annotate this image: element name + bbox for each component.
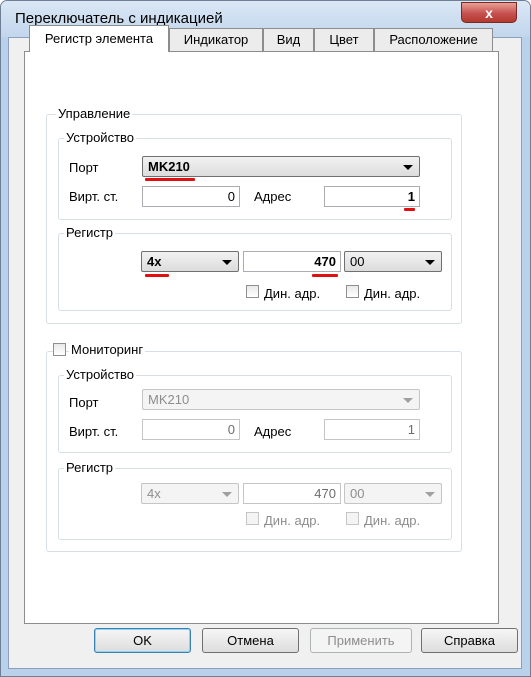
address-label: Адрес bbox=[254, 189, 292, 204]
dynamic-address-checkbox-2[interactable] bbox=[346, 285, 359, 298]
annotation-underline bbox=[404, 208, 415, 211]
register-sub-value: 00 bbox=[350, 254, 365, 269]
tab-indicator[interactable]: Индикатор bbox=[169, 28, 263, 51]
chevron-down-icon bbox=[403, 165, 413, 170]
register-number-input[interactable]: 470 bbox=[243, 251, 341, 272]
tab-label: Вид bbox=[276, 32, 301, 47]
chevron-down-icon bbox=[222, 260, 232, 265]
tab-layout[interactable]: Расположение bbox=[374, 28, 493, 51]
monitoring-title: Мониторинг bbox=[69, 342, 146, 357]
annotation-underline bbox=[145, 274, 169, 277]
chevron-down-icon bbox=[425, 260, 435, 265]
ok-button[interactable]: OK bbox=[94, 628, 191, 653]
tab-label: Регистр элемента bbox=[44, 31, 154, 46]
tab-label: Расположение bbox=[389, 32, 478, 47]
monitoring-port-label: Порт bbox=[69, 395, 99, 410]
monitoring-register-title: Регистр bbox=[64, 460, 116, 475]
chevron-down-icon bbox=[403, 398, 413, 403]
register-type-select[interactable]: 4x bbox=[141, 251, 239, 272]
address-input[interactable]: 1 bbox=[324, 186, 420, 207]
control-device-title: Устройство bbox=[64, 130, 137, 145]
monitoring-register-sub-value: 00 bbox=[350, 486, 365, 501]
tab-label: Индикатор bbox=[183, 32, 249, 47]
chevron-down-icon bbox=[425, 492, 435, 497]
monitoring-address-input[interactable]: 1 bbox=[324, 419, 420, 440]
monitoring-address-label: Адрес bbox=[254, 424, 292, 439]
monitoring-port-value: MK210 bbox=[148, 392, 190, 407]
monitoring-register-type-value: 4x bbox=[147, 486, 161, 501]
monitoring-register-number-input[interactable]: 470 bbox=[243, 483, 341, 504]
monitoring-port-select[interactable]: MK210 bbox=[142, 389, 420, 410]
dynamic-address-label-2: Дин. адр. bbox=[364, 286, 421, 301]
annotation-underline bbox=[312, 274, 338, 277]
tab-color[interactable]: Цвет bbox=[314, 28, 374, 51]
register-sub-select[interactable]: 00 bbox=[344, 251, 442, 272]
monitoring-register-sub-select[interactable]: 00 bbox=[344, 483, 442, 504]
port-label: Порт bbox=[69, 160, 99, 175]
dynamic-address-checkbox[interactable] bbox=[246, 285, 259, 298]
control-group-title: Управление bbox=[56, 106, 133, 121]
chevron-down-icon bbox=[222, 492, 232, 497]
virt-station-input[interactable]: 0 bbox=[142, 186, 240, 207]
monitoring-virt-label: Вирт. ст. bbox=[69, 424, 119, 439]
monitoring-register-group bbox=[58, 468, 452, 540]
monitoring-dynamic-address-label-2: Дин. адр. bbox=[364, 513, 421, 528]
monitoring-dynamic-address-label: Дин. адр. bbox=[264, 513, 321, 528]
tab-view[interactable]: Вид bbox=[263, 28, 314, 51]
cancel-button[interactable]: Отмена bbox=[202, 628, 299, 653]
close-button[interactable]: x bbox=[461, 2, 517, 23]
register-type-value: 4x bbox=[147, 254, 162, 269]
apply-button[interactable]: Применить bbox=[310, 628, 412, 653]
close-icon: x bbox=[485, 5, 493, 21]
port-select[interactable]: MK210 bbox=[142, 156, 420, 177]
monitoring-device-title: Устройство bbox=[64, 367, 137, 382]
tab-label: Цвет bbox=[329, 32, 359, 47]
control-device-group bbox=[58, 138, 452, 220]
dynamic-address-label: Дин. адр. bbox=[264, 286, 321, 301]
monitoring-checkbox[interactable] bbox=[53, 343, 66, 356]
control-register-title: Регистр bbox=[64, 225, 116, 240]
tab-register[interactable]: Регистр элемента bbox=[29, 25, 169, 52]
annotation-underline bbox=[145, 178, 195, 181]
monitoring-virt-input[interactable]: 0 bbox=[142, 419, 240, 440]
monitoring-device-group bbox=[58, 375, 452, 453]
monitoring-register-type-select[interactable]: 4x bbox=[141, 483, 239, 504]
virt-station-label: Вирт. ст. bbox=[69, 189, 119, 204]
port-select-value: MK210 bbox=[148, 159, 190, 174]
help-button[interactable]: Справка bbox=[421, 628, 518, 653]
monitoring-dynamic-address-checkbox[interactable] bbox=[246, 512, 259, 525]
monitoring-dynamic-address-checkbox-2[interactable] bbox=[346, 512, 359, 525]
